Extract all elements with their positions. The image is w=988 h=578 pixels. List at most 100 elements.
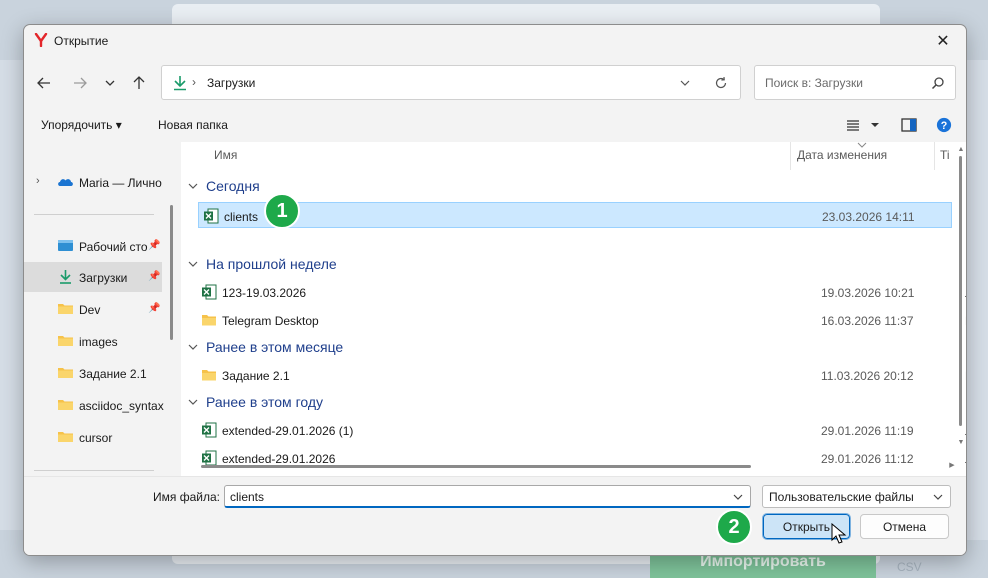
desktop-icon bbox=[58, 240, 73, 251]
group-title: Ранее в этом году bbox=[206, 394, 324, 410]
file-row-zadanie[interactable]: Задание 2.1 11.03.2026 20:12 П bbox=[197, 362, 966, 388]
chevron-down-icon[interactable] bbox=[732, 491, 744, 503]
arrow-right-icon bbox=[74, 77, 87, 89]
organize-menu-button[interactable]: Упорядочить ▾ bbox=[41, 118, 122, 132]
excel-icon bbox=[202, 422, 217, 438]
chevron-down-icon bbox=[933, 494, 943, 500]
file-name: Telegram Desktop bbox=[222, 314, 319, 328]
svg-text:?: ? bbox=[941, 120, 948, 132]
group-header-today[interactable]: Сегодня bbox=[187, 175, 260, 197]
file-name: 123-19.03.2026 bbox=[222, 286, 307, 300]
sidebar-item-images[interactable]: images bbox=[24, 326, 162, 356]
file-name: extended-29.01.2026 (1) bbox=[222, 424, 354, 438]
cancel-button[interactable]: Отмена bbox=[860, 514, 949, 539]
folder-icon bbox=[58, 400, 73, 410]
file-type-filter-select[interactable]: Пользовательские файлы bbox=[762, 485, 951, 508]
column-header-name[interactable]: Имя bbox=[214, 148, 237, 176]
filename-label: Имя файла: bbox=[153, 490, 220, 504]
sidebar-item-label: asciidoc_syntax bbox=[79, 399, 164, 413]
file-date: 23.03.2026 14:11 bbox=[822, 210, 915, 224]
breadcrumb-separator: › bbox=[192, 75, 196, 89]
sidebar-item-onedrive[interactable]: › Maria — Лично bbox=[24, 167, 162, 197]
file-date: 19.03.2026 10:21 bbox=[821, 286, 915, 300]
step-badge-2: 2 bbox=[716, 509, 752, 545]
file-list-horizontal-scrollbar[interactable] bbox=[201, 465, 751, 468]
sidebar-divider bbox=[34, 214, 154, 215]
search-icon bbox=[931, 77, 944, 90]
chevron-down-icon bbox=[188, 399, 198, 405]
mouse-cursor-icon bbox=[831, 523, 847, 544]
column-separator[interactable] bbox=[790, 142, 791, 170]
sidebar-item-zadanie[interactable]: Задание 2.1 bbox=[24, 358, 162, 388]
sidebar-item-label: cursor bbox=[79, 431, 113, 445]
up-folder-button[interactable] bbox=[127, 71, 151, 95]
file-type: Л bbox=[966, 210, 967, 224]
expand-chevron-icon[interactable]: › bbox=[36, 175, 40, 187]
column-separator[interactable] bbox=[934, 142, 935, 170]
file-name: clients bbox=[224, 210, 259, 224]
folder-icon bbox=[58, 336, 73, 346]
sidebar-item-cursor[interactable]: cursor bbox=[24, 422, 162, 452]
file-date: 29.01.2026 11:19 bbox=[821, 424, 914, 438]
background-panel-right bbox=[966, 60, 988, 540]
file-name: extended-29.01.2026 bbox=[222, 452, 336, 466]
close-button[interactable]: ✕ bbox=[920, 25, 966, 57]
scroll-down-arrow-icon[interactable]: ▼ bbox=[957, 439, 965, 447]
sidebar-item-label: Maria — Лично bbox=[79, 176, 162, 190]
group-header-earlier-this-month[interactable]: Ранее в этом месяце bbox=[187, 336, 343, 358]
sidebar-item-desktop[interactable]: Рабочий сто 📌 bbox=[24, 231, 162, 261]
excel-icon bbox=[202, 450, 217, 466]
sidebar-divider bbox=[34, 470, 154, 471]
folder-icon bbox=[202, 315, 216, 326]
background-csv-label: CSV bbox=[897, 560, 922, 574]
view-options-icon[interactable] bbox=[846, 117, 864, 133]
step-badge-1: 1 bbox=[264, 193, 300, 229]
address-history-chevron-icon[interactable] bbox=[678, 76, 692, 90]
folder-icon bbox=[58, 432, 73, 442]
arrow-up-icon bbox=[133, 76, 145, 89]
download-icon bbox=[174, 76, 186, 91]
group-title: Ранее в этом месяце bbox=[206, 339, 344, 355]
refresh-icon[interactable] bbox=[714, 76, 728, 90]
sidebar-item-dev[interactable]: Dev 📌 bbox=[24, 294, 162, 324]
filename-field[interactable]: clients bbox=[224, 485, 751, 508]
file-row-123[interactable]: 123-19.03.2026 19.03.2026 10:21 Л bbox=[197, 279, 966, 305]
chevron-down-icon bbox=[105, 80, 115, 86]
file-type: Л bbox=[965, 452, 966, 466]
preview-pane-icon[interactable] bbox=[900, 117, 918, 133]
navigation-pane-scrollbar[interactable] bbox=[170, 205, 173, 340]
file-row-telegram[interactable]: Telegram Desktop 16.03.2026 11:37 П bbox=[197, 307, 966, 333]
close-icon: ✕ bbox=[936, 33, 950, 50]
excel-icon bbox=[202, 284, 217, 300]
column-header-type[interactable]: Ti bbox=[940, 148, 950, 176]
yandex-browser-icon bbox=[34, 33, 48, 47]
forward-button[interactable] bbox=[68, 71, 92, 95]
file-date: 16.03.2026 11:37 bbox=[821, 314, 914, 328]
chevron-down-icon bbox=[188, 183, 198, 189]
view-dropdown-chevron-icon[interactable] bbox=[869, 117, 881, 133]
help-icon[interactable]: ? bbox=[935, 117, 953, 133]
sidebar-item-downloads[interactable]: Загрузки 📌 bbox=[24, 262, 162, 292]
sidebar-item-label: Dev bbox=[79, 303, 101, 317]
filename-value[interactable]: clients bbox=[230, 490, 264, 504]
file-type: П bbox=[965, 314, 966, 328]
file-row-clients[interactable]: clients 23.03.2026 14:11 Л bbox=[198, 202, 952, 228]
scroll-up-arrow-icon[interactable]: ▲ bbox=[957, 146, 965, 154]
sidebar-item-asciidoc[interactable]: asciidoc_syntax bbox=[24, 390, 164, 420]
group-header-earlier-this-year[interactable]: Ранее в этом году bbox=[187, 391, 323, 413]
back-button[interactable] bbox=[32, 71, 56, 95]
group-title: Сегодня bbox=[206, 178, 260, 194]
recent-locations-button[interactable] bbox=[98, 71, 122, 95]
search-box[interactable] bbox=[754, 65, 956, 100]
breadcrumb-downloads[interactable]: Загрузки bbox=[207, 76, 255, 90]
address-bar[interactable]: › Загрузки bbox=[161, 65, 741, 100]
column-header-date[interactable]: Дата изменения bbox=[797, 148, 887, 176]
group-header-last-week[interactable]: На прошлой неделе bbox=[187, 253, 337, 275]
scroll-right-arrow-icon[interactable]: ▶ bbox=[948, 462, 956, 470]
search-input[interactable] bbox=[763, 74, 923, 92]
pin-icon: 📌 bbox=[148, 271, 161, 282]
new-folder-button[interactable]: Новая папка bbox=[158, 118, 228, 132]
file-row-extended-1[interactable]: extended-29.01.2026 (1) 29.01.2026 11:19… bbox=[197, 417, 966, 443]
folder-icon bbox=[58, 304, 73, 314]
file-list-vertical-scrollbar[interactable] bbox=[959, 156, 962, 426]
